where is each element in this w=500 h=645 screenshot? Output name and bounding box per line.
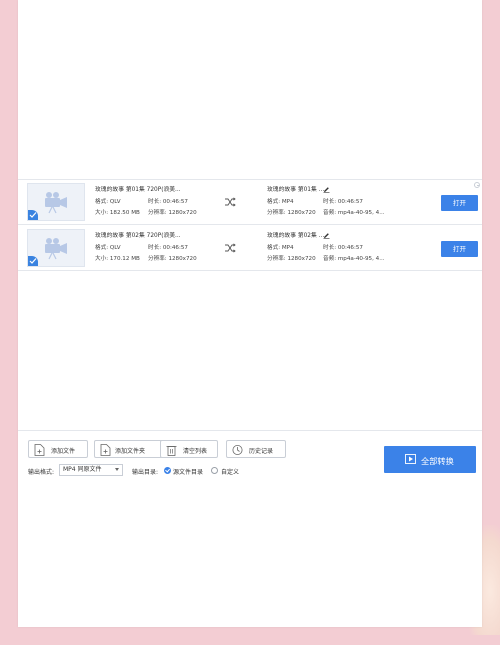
history-button[interactable]: 历史记录: [226, 440, 286, 458]
convert-arrow-icon: [225, 197, 236, 207]
add-file-button[interactable]: 添加文件: [28, 440, 88, 458]
source-format: 格式: QLV: [95, 245, 121, 251]
file-row[interactable]: 玫瑰的故事 第02集 720P(浪美... 格式: QLV 时长: 00:46:…: [18, 226, 482, 271]
history-label: 历史记录: [249, 448, 274, 455]
remove-file-icon[interactable]: [474, 182, 480, 188]
add-file-label: 添加文件: [51, 448, 76, 455]
video-camera-icon: [45, 192, 67, 214]
play-icon: [405, 454, 416, 464]
output-file-name: 玫瑰的故事 第02集 ...: [267, 233, 325, 239]
bottom-toolbar: 添加文件 添加文件夹 清空列表 历史记录 输出格式: MP4 同原文件 输出目录…: [18, 430, 482, 482]
add-file-icon: [34, 444, 45, 456]
trash-icon: [166, 446, 177, 456]
source-resolution: 分辨率: 1280x720: [148, 210, 197, 216]
selected-check-icon[interactable]: [28, 256, 38, 266]
open-button[interactable]: 打开: [441, 195, 478, 211]
output-format: 格式: MP4: [267, 199, 294, 205]
output-resolution: 分辨率: 1280x720: [267, 210, 316, 216]
source-file-name: 玫瑰的故事 第02集 720P(浪美...: [95, 233, 181, 239]
converter-window: 玫瑰的故事 第01集 720P(浪美... 格式: QLV 时长: 00:46:…: [18, 0, 482, 627]
video-thumbnail: [27, 183, 85, 221]
source-duration: 时长: 00:46:57: [148, 245, 188, 251]
source-format: 格式: QLV: [95, 199, 121, 205]
add-folder-icon: [100, 444, 111, 456]
source-size: 大小: 170.12 MB: [95, 256, 140, 262]
source-dir-option-label: 源文件目录: [173, 469, 204, 476]
output-format-label: 输出格式:: [28, 469, 55, 476]
radio-source-dir[interactable]: [164, 467, 171, 474]
edit-icon[interactable]: [323, 232, 330, 239]
add-folder-button[interactable]: 添加文件夹: [94, 440, 164, 458]
video-thumbnail: [27, 229, 85, 267]
custom-dir-option-label: 自定义: [221, 469, 240, 476]
add-folder-label: 添加文件夹: [115, 448, 146, 455]
convert-all-button[interactable]: 全部转换: [384, 446, 476, 473]
output-audio: 音频: mp4a-40-95, 4...: [323, 210, 385, 216]
output-duration: 时长: 00:46:57: [323, 199, 363, 205]
chevron-down-icon: [115, 468, 119, 471]
output-audio: 音频: mp4a-40-95, 4...: [323, 256, 385, 262]
open-button[interactable]: 打开: [441, 241, 478, 257]
output-duration: 时长: 00:46:57: [323, 245, 363, 251]
output-format-select[interactable]: MP4 同原文件: [59, 464, 123, 476]
edit-icon[interactable]: [323, 186, 330, 193]
output-dir-label: 输出目录:: [132, 469, 159, 476]
source-duration: 时长: 00:46:57: [148, 199, 188, 205]
output-format-value: MP4 同原文件: [63, 466, 102, 473]
source-size: 大小: 182.50 MB: [95, 210, 140, 216]
output-file-name: 玫瑰的故事 第01集 ...: [267, 187, 325, 193]
convert-all-label: 全部转换: [421, 456, 454, 466]
source-file-name: 玫瑰的故事 第01集 720P(浪美...: [95, 187, 181, 193]
file-list-empty-area: [18, 0, 482, 180]
output-resolution: 分辨率: 1280x720: [267, 256, 316, 262]
clear-list-label: 清空列表: [183, 448, 208, 455]
source-resolution: 分辨率: 1280x720: [148, 256, 197, 262]
clock-icon: [232, 445, 243, 455]
file-row[interactable]: 玫瑰的故事 第01集 720P(浪美... 格式: QLV 时长: 00:46:…: [18, 180, 482, 225]
video-camera-icon: [45, 238, 67, 260]
radio-custom-dir[interactable]: [211, 467, 218, 474]
output-format: 格式: MP4: [267, 245, 294, 251]
convert-arrow-icon: [225, 243, 236, 253]
clear-list-button[interactable]: 清空列表: [160, 440, 218, 458]
selected-check-icon[interactable]: [28, 210, 38, 220]
